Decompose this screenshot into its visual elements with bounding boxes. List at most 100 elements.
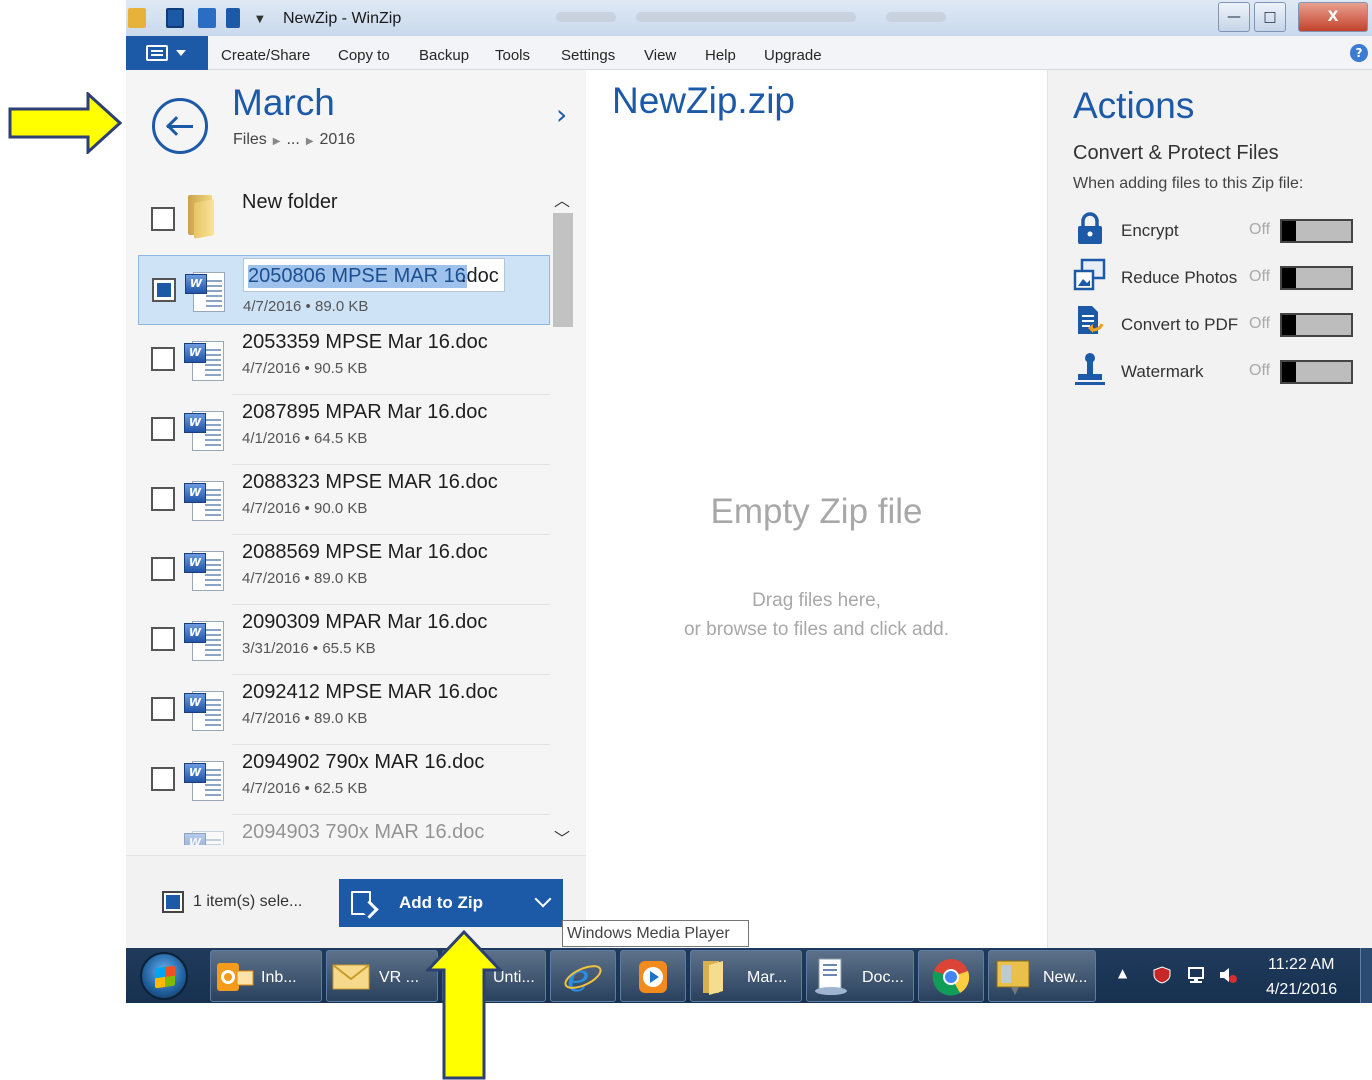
lock-icon — [1078, 212, 1102, 244]
security-shield-icon[interactable] — [1152, 966, 1172, 984]
menu-settings[interactable]: Settings — [561, 47, 615, 64]
file-menu-button[interactable] — [126, 36, 208, 70]
taskbar-button-winzip[interactable]: New... — [988, 950, 1096, 1002]
help-icon[interactable]: ? — [1350, 44, 1368, 62]
action-state: Off — [1249, 268, 1271, 285]
list-item-partial[interactable]: W 2094903 790x MAR 16.doc — [138, 815, 550, 845]
breadcrumb-item-files[interactable]: Files — [233, 131, 267, 148]
menu-create-share[interactable]: Create/Share — [221, 47, 310, 64]
file-name: 2090309 MPAR Mar 16.doc — [242, 611, 488, 633]
list-item[interactable]: W 2090309 MPAR Mar 16.doc 3/31/2016 • 65… — [138, 605, 550, 675]
menu-tools[interactable]: Tools — [495, 47, 530, 64]
clock-time[interactable]: 11:22 AM — [1268, 956, 1334, 974]
minimize-button[interactable]: — — [1218, 2, 1250, 32]
title-bar: ▼ NewZip - WinZip — □ X — [126, 0, 1372, 36]
taskbar-button-internet-explorer[interactable]: e — [550, 950, 616, 1002]
taskbar-label: Doc... — [862, 969, 904, 986]
volume-muted-icon[interactable] — [1218, 966, 1238, 984]
new-zip-icon[interactable] — [198, 8, 216, 28]
row-checkbox[interactable] — [151, 207, 175, 231]
list-item[interactable]: W 2094902 790x MAR 16.doc 4/7/2016 • 62.… — [138, 745, 550, 815]
rename-input[interactable]: 2050806 MPSE MAR 16 .doc — [243, 258, 505, 292]
file-name: 2092412 MPSE MAR 16.doc — [242, 681, 498, 703]
menu-copy-to[interactable]: Copy to — [338, 47, 390, 64]
reduce-photos-toggle[interactable] — [1280, 266, 1353, 290]
taskbar-button-mail[interactable]: VR ... — [326, 950, 438, 1002]
encrypt-toggle[interactable] — [1280, 219, 1353, 243]
list-item[interactable]: W 2088323 MPSE MAR 16.doc 4/7/2016 • 90.… — [138, 465, 550, 535]
taskbar-button-explorer[interactable]: Mar... — [690, 950, 802, 1002]
taskbar-button-documents[interactable]: Doc... — [806, 950, 914, 1002]
action-reduce-photos[interactable]: Reduce Photos Off — [1068, 257, 1368, 297]
scroll-down-icon[interactable]: ﹀ — [554, 825, 570, 849]
list-item[interactable]: W 2053359 MPSE Mar 16.doc 4/7/2016 • 90.… — [138, 325, 550, 395]
pdf-icon — [1078, 306, 1104, 334]
action-convert-pdf[interactable]: Convert to PDF Off — [1068, 304, 1368, 344]
action-watermark[interactable]: Watermark Off — [1068, 351, 1368, 391]
watermark-toggle[interactable] — [1280, 360, 1353, 384]
list-item-selected[interactable]: W 2050806 MPSE MAR 16 .doc 4/7/2016 • 89… — [138, 255, 550, 325]
internet-explorer-icon: e — [564, 957, 602, 997]
add-to-zip-button[interactable]: Add to Zip — [339, 879, 563, 927]
action-state: Off — [1249, 221, 1271, 238]
folder-icon — [703, 961, 723, 995]
chevron-down-icon[interactable] — [534, 890, 552, 908]
breadcrumb-item-ellipsis[interactable]: ... — [286, 131, 299, 148]
taskbar-button-outlook[interactable]: Inb... — [210, 950, 322, 1002]
row-checkbox[interactable] — [152, 278, 176, 302]
forward-chevron-icon[interactable]: › — [556, 98, 567, 131]
scroll-up-icon[interactable]: ︿ — [554, 187, 570, 211]
file-list-scrollbar[interactable]: ︿ ﹀ — [550, 185, 574, 849]
breadcrumb-item-2016[interactable]: 2016 — [320, 131, 356, 148]
row-checkbox[interactable] — [151, 767, 175, 791]
back-button[interactable] — [152, 98, 208, 154]
taskbar-label: Mar... — [747, 969, 788, 986]
convert-protect-description: When adding files to this Zip file: — [1073, 175, 1304, 192]
taskbar-button-media-player[interactable] — [620, 950, 686, 1002]
file-browser-pane: March Files ▶... ▶ 2016 › New folder W 2050… — [126, 70, 586, 948]
row-checkbox[interactable] — [151, 347, 175, 371]
ribbon-menu-bar: Create/Share Copy to Backup Tools Settin… — [126, 36, 1372, 70]
save-icon[interactable] — [166, 8, 184, 28]
tray-expand-icon[interactable]: ▲ — [1118, 966, 1127, 980]
list-item[interactable]: W 2088569 MPSE Mar 16.doc 4/7/2016 • 89.… — [138, 535, 550, 605]
maximize-button[interactable]: □ — [1254, 2, 1286, 32]
row-checkbox[interactable] — [151, 487, 175, 511]
menu-help[interactable]: Help — [705, 47, 736, 64]
close-button[interactable]: X — [1298, 2, 1368, 32]
list-item[interactable]: W 2092412 MPSE MAR 16.doc 4/7/2016 • 89.… — [138, 675, 550, 745]
convert-pdf-toggle[interactable] — [1280, 313, 1353, 337]
list-item[interactable]: W 2087895 MPAR Mar 16.doc 4/1/2016 • 64.… — [138, 395, 550, 465]
winzip-app-icon[interactable] — [128, 8, 146, 28]
menu-view[interactable]: View — [644, 47, 676, 64]
file-meta: 4/7/2016 • 90.0 KB — [242, 500, 368, 517]
open-icon[interactable] — [226, 8, 240, 28]
selection-count: 1 item(s) sele... — [193, 893, 303, 910]
add-to-zip-label: Add to Zip — [399, 893, 484, 912]
select-all-checkbox[interactable] — [162, 891, 184, 913]
photo-icon — [1073, 258, 1106, 291]
row-checkbox[interactable] — [151, 557, 175, 581]
rename-extension-text: .doc — [461, 265, 499, 287]
taskbar-tooltip: Windows Media Player — [562, 920, 749, 947]
network-icon[interactable] — [1186, 966, 1206, 984]
background-window-title-blur — [636, 12, 856, 22]
menu-backup[interactable]: Backup — [419, 47, 469, 64]
row-checkbox[interactable] — [151, 627, 175, 651]
document-icon — [815, 958, 847, 995]
word-document-icon: W — [185, 268, 231, 314]
action-label: Encrypt — [1121, 221, 1179, 240]
show-desktop-button[interactable] — [1360, 948, 1372, 1003]
list-item-folder[interactable]: New folder — [138, 185, 550, 255]
menu-upgrade[interactable]: Upgrade — [764, 47, 822, 64]
action-encrypt[interactable]: Encrypt Off — [1068, 210, 1368, 250]
row-checkbox[interactable] — [151, 417, 175, 441]
quick-access-dropdown-icon[interactable]: ▼ — [256, 14, 264, 25]
taskbar-button-chrome[interactable] — [918, 950, 984, 1002]
start-button[interactable] — [140, 952, 188, 1000]
actions-pane: Actions Convert & Protect Files When add… — [1047, 70, 1372, 948]
clock-date[interactable]: 4/21/2016 — [1266, 981, 1337, 999]
row-checkbox[interactable] — [151, 697, 175, 721]
annotation-arrow-up — [426, 930, 502, 1080]
scroll-thumb[interactable] — [553, 213, 573, 327]
